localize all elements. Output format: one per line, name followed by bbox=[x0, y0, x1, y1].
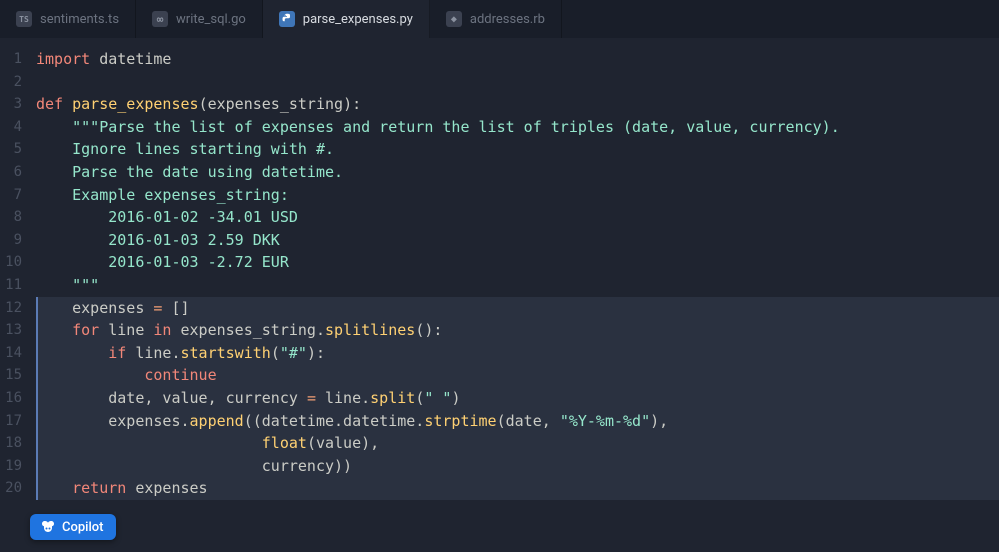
line-number: 17 bbox=[0, 410, 22, 433]
tab-label: sentiments.ts bbox=[40, 12, 119, 27]
line-number: 4 bbox=[0, 116, 22, 139]
code-line[interactable]: currency)) bbox=[36, 455, 999, 478]
code-line[interactable] bbox=[36, 71, 999, 94]
tab-label: addresses.rb bbox=[470, 12, 545, 27]
editor-tabs: sentiments.ts write_sql.go parse_expense… bbox=[0, 0, 999, 38]
code-line[interactable]: 2016-01-03 -2.72 EUR bbox=[36, 251, 999, 274]
line-number: 7 bbox=[0, 184, 22, 207]
tab-label: parse_expenses.py bbox=[303, 12, 413, 27]
line-number: 20 bbox=[0, 477, 22, 500]
line-number: 9 bbox=[0, 229, 22, 252]
code-line[interactable]: expenses = [] bbox=[36, 297, 999, 320]
line-number-gutter: 1234567891011121314151617181920 bbox=[0, 38, 28, 552]
code-line[interactable]: continue bbox=[36, 364, 999, 387]
code-line[interactable]: 2016-01-03 2.59 DKK bbox=[36, 229, 999, 252]
tab-parse-expenses[interactable]: parse_expenses.py bbox=[263, 0, 430, 38]
code-line[interactable]: 2016-01-02 -34.01 USD bbox=[36, 206, 999, 229]
line-number: 14 bbox=[0, 342, 22, 365]
code-line[interactable]: return expenses bbox=[36, 477, 999, 500]
copilot-icon bbox=[40, 519, 56, 535]
tab-write-sql[interactable]: write_sql.go bbox=[136, 0, 263, 38]
python-icon bbox=[279, 11, 295, 27]
line-number: 18 bbox=[0, 432, 22, 455]
code-line[interactable]: Parse the date using datetime. bbox=[36, 161, 999, 184]
code-line[interactable]: import datetime bbox=[36, 48, 999, 71]
copilot-button[interactable]: Copilot bbox=[30, 514, 116, 540]
ruby-icon bbox=[446, 11, 462, 27]
code-line[interactable]: if line.startswith("#"): bbox=[36, 342, 999, 365]
tab-sentiments[interactable]: sentiments.ts bbox=[0, 0, 136, 38]
line-number: 1 bbox=[0, 48, 22, 71]
line-number: 2 bbox=[0, 71, 22, 94]
code-line[interactable]: Ignore lines starting with #. bbox=[36, 138, 999, 161]
line-number: 5 bbox=[0, 138, 22, 161]
line-number: 3 bbox=[0, 93, 22, 116]
line-number: 8 bbox=[0, 206, 22, 229]
line-number: 10 bbox=[0, 251, 22, 274]
line-number: 11 bbox=[0, 274, 22, 297]
line-number: 12 bbox=[0, 297, 22, 320]
code-line[interactable]: expenses.append((datetime.datetime.strpt… bbox=[36, 410, 999, 433]
code-editor[interactable]: 1234567891011121314151617181920 import d… bbox=[0, 38, 999, 552]
code-line[interactable]: float(value), bbox=[36, 432, 999, 455]
line-number: 15 bbox=[0, 364, 22, 387]
typescript-icon bbox=[16, 11, 32, 27]
go-icon bbox=[152, 11, 168, 27]
code-line[interactable]: Example expenses_string: bbox=[36, 184, 999, 207]
line-number: 16 bbox=[0, 387, 22, 410]
line-number: 13 bbox=[0, 319, 22, 342]
code-line[interactable]: def parse_expenses(expenses_string): bbox=[36, 93, 999, 116]
line-number: 19 bbox=[0, 455, 22, 478]
code-line[interactable]: for line in expenses_string.splitlines()… bbox=[36, 319, 999, 342]
tab-label: write_sql.go bbox=[176, 12, 246, 27]
code-line[interactable]: """Parse the list of expenses and return… bbox=[36, 116, 999, 139]
line-number: 6 bbox=[0, 161, 22, 184]
tab-addresses[interactable]: addresses.rb bbox=[430, 0, 562, 38]
code-area[interactable]: import datetime def parse_expenses(expens… bbox=[28, 38, 999, 552]
copilot-label: Copilot bbox=[62, 520, 104, 535]
code-line[interactable]: """ bbox=[36, 274, 999, 297]
code-line[interactable]: date, value, currency = line.split(" ") bbox=[36, 387, 999, 410]
